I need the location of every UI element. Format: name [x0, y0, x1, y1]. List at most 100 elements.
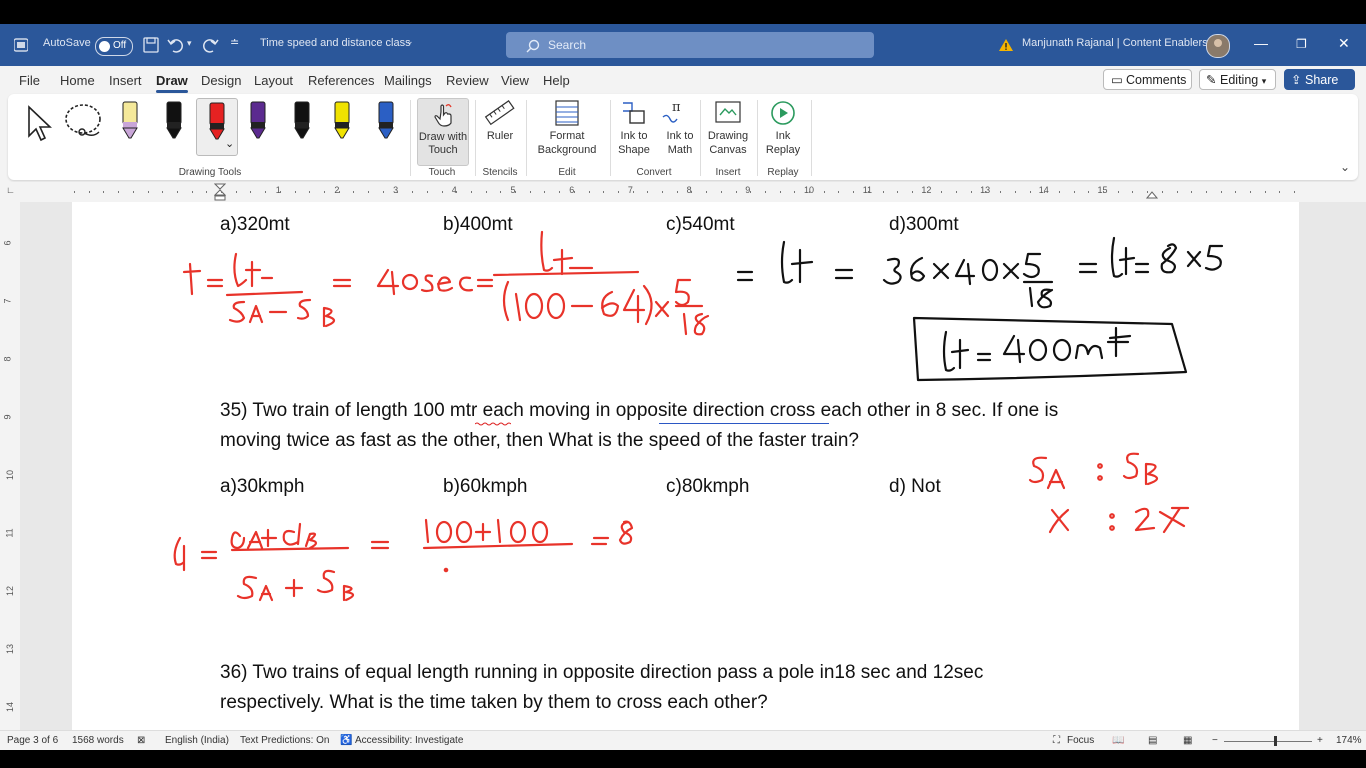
title-dropdown-icon[interactable]: ⌄ [406, 36, 414, 47]
lasso-select-icon[interactable] [63, 102, 105, 140]
avatar[interactable] [1206, 34, 1230, 58]
zoom-out-icon[interactable]: − [1212, 735, 1218, 746]
tab-draw[interactable]: Draw [156, 73, 188, 93]
ruler-tick [74, 191, 75, 193]
zoom-in-icon[interactable]: + [1317, 735, 1323, 746]
ruler-tick [515, 191, 516, 193]
print-layout-icon[interactable]: ▤ [1148, 735, 1157, 746]
ruler-tick [1161, 191, 1163, 193]
collapse-ribbon-icon[interactable]: ⌄ [1340, 160, 1350, 174]
ruler-tick [1191, 191, 1193, 193]
proofing-icon[interactable]: ⊠ [137, 735, 145, 746]
word-count[interactable]: 1568 words [72, 735, 124, 746]
word-app-icon[interactable] [14, 38, 28, 52]
drawing-canvas-icon[interactable] [714, 100, 742, 126]
search-box[interactable]: Search [506, 32, 874, 58]
ink-replay-label-1: Ink [775, 130, 791, 142]
vruler-number: 14 [5, 701, 16, 713]
read-mode-icon[interactable]: 📖 [1112, 735, 1124, 746]
minimize-icon[interactable]: — [1254, 35, 1268, 51]
pen-1[interactable] [112, 98, 148, 154]
select-cursor-icon[interactable] [24, 104, 54, 142]
zoom-slider[interactable] [1224, 741, 1312, 742]
ruler-label[interactable]: Ruler [480, 130, 520, 143]
autosave-toggle[interactable]: Off [95, 37, 133, 56]
tab-file[interactable]: File [19, 73, 40, 88]
pen-5[interactable] [284, 98, 320, 154]
ruler-tick [823, 191, 825, 193]
ribbon-separator [757, 100, 758, 176]
draw-with-touch-button[interactable]: Draw with Touch [417, 98, 469, 166]
undo-icon[interactable] [167, 37, 185, 53]
ruler-number: 5 [510, 185, 516, 195]
tab-home[interactable]: Home [60, 73, 95, 88]
pen-4[interactable] [240, 98, 276, 154]
ruler-tick [294, 191, 296, 193]
document-title[interactable]: Time speed and distance class [260, 37, 411, 49]
screen-bottom-border [0, 750, 1366, 768]
tab-mailings[interactable]: Mailings [384, 73, 432, 88]
focus-icon[interactable]: ⛶ [1053, 735, 1060, 746]
focus-label[interactable]: Focus [1067, 735, 1094, 746]
tab-design[interactable]: Design [201, 73, 241, 88]
user-name[interactable]: Manjunath Rajanal | Content Enablers [1022, 37, 1208, 49]
ink-to-math-icon[interactable]: π [660, 99, 688, 127]
tab-references[interactable]: References [308, 73, 374, 88]
indent-marker-icon[interactable] [214, 183, 226, 201]
tab-review[interactable]: Review [446, 73, 489, 88]
document-page[interactable]: a)320mt b)400mt c)540mt d)300mt 35) Two … [72, 202, 1299, 730]
vertical-ruler[interactable]: 6 7 8 9 10 11 12 13 14 [0, 202, 20, 730]
ruler-tick [735, 191, 737, 193]
ink-to-shape-icon[interactable] [620, 99, 648, 127]
pen-options-dropdown-icon[interactable]: ⌄ [225, 137, 234, 150]
vruler-number: 12 [5, 585, 16, 597]
vruler-number: 10 [5, 469, 16, 481]
ruler-number: 2 [334, 185, 340, 195]
redo-icon[interactable] [201, 37, 219, 53]
draw-ribbon: ⌄ Drawing Tools Draw with Touch Touch Ru… [8, 94, 1358, 180]
tab-view[interactable]: View [501, 73, 529, 88]
pen-2[interactable] [156, 98, 192, 154]
comments-button[interactable]: ▭ Comments [1103, 69, 1192, 90]
customize-toolbar-icon[interactable]: ≐ [230, 36, 239, 49]
format-background-icon[interactable] [554, 99, 580, 127]
tab-layout[interactable]: Layout [254, 73, 293, 88]
ink-replay-icon[interactable] [770, 100, 796, 126]
document-area[interactable]: 6 7 8 9 10 11 12 13 14 a)320mt b)400mt c)540mt d… [0, 202, 1366, 730]
tab-selector-icon[interactable]: ∟ [6, 185, 15, 195]
ruler-tick [426, 191, 428, 193]
vruler-number: 8 [2, 356, 13, 362]
ruler-number: 10 [804, 185, 815, 195]
accessibility-status[interactable]: Accessibility: Investigate [355, 735, 463, 746]
restore-icon[interactable]: ❐ [1296, 37, 1307, 51]
zoom-level[interactable]: 174% [1336, 735, 1362, 746]
web-layout-icon[interactable]: ▦ [1183, 735, 1192, 746]
accessibility-icon[interactable]: ♿ [340, 735, 352, 746]
undo-dropdown-icon[interactable]: ▾ [187, 38, 192, 49]
format-background-label-2[interactable]: Background [528, 144, 606, 157]
page-count[interactable]: Page 3 of 6 [7, 735, 58, 746]
save-icon[interactable] [143, 37, 159, 53]
editing-button[interactable]: ✎ Editing ▾ [1199, 69, 1276, 90]
pen-7[interactable] [368, 98, 404, 154]
pen-3[interactable]: ⌄ [196, 98, 238, 156]
warning-icon[interactable] [998, 38, 1014, 52]
ruler-tick [191, 191, 193, 193]
close-icon[interactable]: ✕ [1338, 35, 1350, 52]
ruler-tick [838, 191, 840, 193]
ink-annotations[interactable] [72, 202, 1299, 730]
ruler-tick [911, 191, 913, 193]
zoom-slider-thumb[interactable] [1274, 736, 1277, 746]
ruler-tick [397, 191, 399, 193]
tab-insert[interactable]: Insert [109, 73, 142, 88]
share-button[interactable]: ⇪ Share ▾ [1284, 69, 1355, 107]
ruler-number: 6 [569, 185, 575, 195]
ruler-icon[interactable] [484, 100, 516, 126]
language-status[interactable]: English (India) [165, 735, 229, 746]
horizontal-ruler[interactable]: ∟ 1 2 3 4 5 6 7 8 9 10 11 12 13 14 15 [0, 182, 1366, 202]
text-predictions-status[interactable]: Text Predictions: On [240, 735, 329, 746]
comment-icon: ▭ [1111, 73, 1123, 87]
tab-help[interactable]: Help [543, 73, 570, 88]
ruler-tick [970, 191, 972, 193]
pen-6[interactable] [324, 98, 360, 154]
